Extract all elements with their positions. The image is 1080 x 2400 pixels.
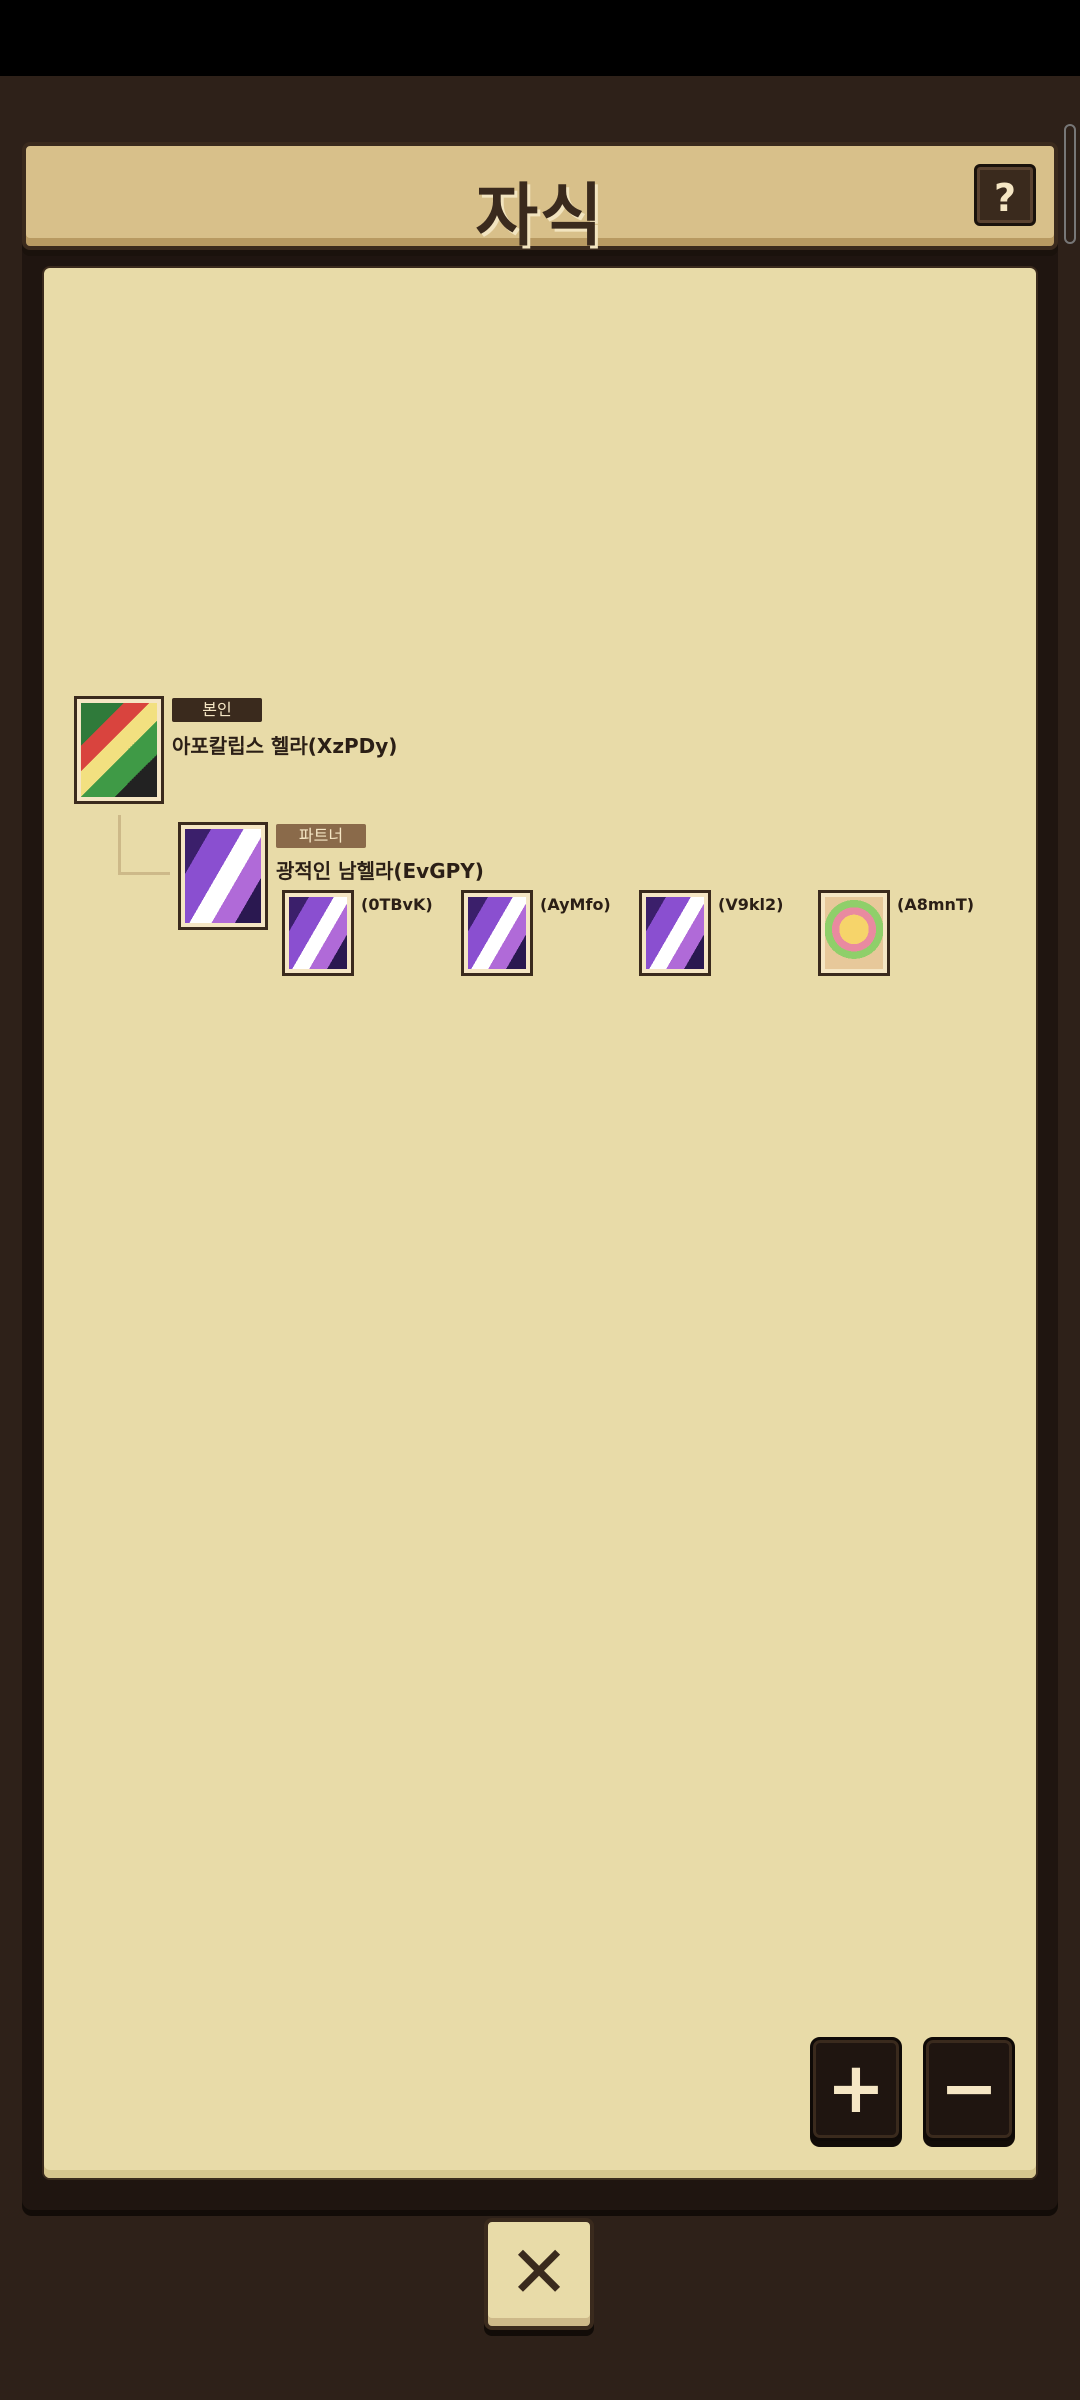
zoom-in-button[interactable]: + [810, 2037, 902, 2141]
tree-connector [118, 815, 121, 875]
page-title: 자식 [475, 177, 605, 256]
close-button[interactable]: ✕ [484, 2218, 594, 2330]
partner-name: 광적인 남헬라(EvGPY) [276, 859, 484, 883]
dragon-icon [81, 703, 157, 797]
scrollbar[interactable] [1064, 124, 1076, 244]
child-label: (AyMfo) [540, 895, 611, 914]
status-bar [0, 0, 1080, 76]
partner-portrait[interactable] [178, 822, 268, 930]
family-tree-canvas[interactable] [44, 268, 1036, 2178]
self-tag: 본인 [172, 698, 262, 722]
child-portrait[interactable] [282, 890, 354, 976]
self-name: 아포칼립스 헬라(XzPDy) [172, 734, 398, 758]
partner-tag: 파트너 [276, 824, 366, 848]
dragon-icon [646, 897, 704, 969]
child-label: (A8mnT) [897, 895, 975, 914]
self-portrait[interactable] [74, 696, 164, 804]
child-label: (0TBvK) [361, 895, 433, 914]
creature-icon [825, 897, 883, 969]
child-label: (V9kl2) [718, 895, 784, 914]
help-button[interactable]: ? [974, 164, 1036, 226]
tree-connector [118, 872, 170, 875]
child-portrait[interactable] [818, 890, 890, 976]
dragon-icon [468, 897, 526, 969]
child-portrait[interactable] [639, 890, 711, 976]
header-plank: 자식 ? [22, 142, 1058, 256]
zoom-out-button[interactable]: − [923, 2037, 1015, 2141]
dragon-icon [185, 829, 261, 923]
dragon-icon [289, 897, 347, 969]
child-portrait[interactable] [461, 890, 533, 976]
